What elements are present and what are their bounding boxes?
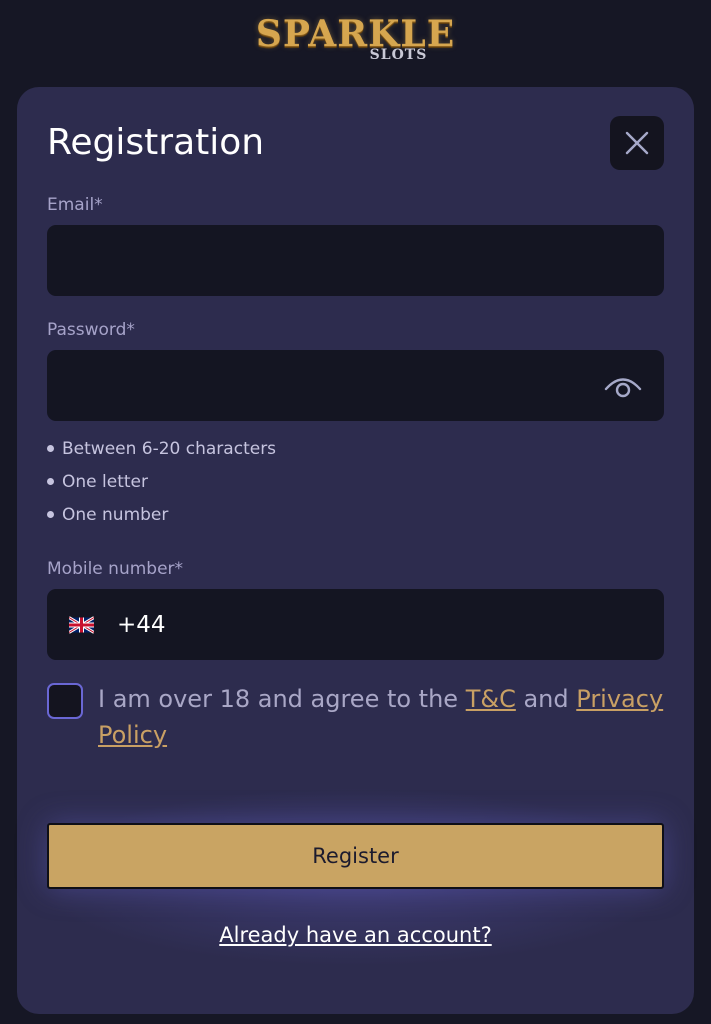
logo: SPARKLE SLOTS [0,14,711,74]
rule-text: Between 6-20 characters [62,438,277,459]
registration-card: Registration Email* Password* Between 6-… [17,87,694,1014]
mobile-field[interactable]: +44 [47,589,664,660]
mobile-label: Mobile number* [47,559,184,579]
login-link[interactable]: Already have an account? [17,923,694,947]
rule-text: One letter [62,471,148,492]
eye-icon[interactable] [603,372,643,402]
tc-link[interactable]: T&C [466,685,516,713]
email-label: Email* [47,195,103,215]
password-rule: One letter [47,465,276,498]
bullet-icon [47,478,54,485]
password-field[interactable] [47,350,664,421]
close-icon [625,131,649,155]
age-terms-checkbox[interactable] [47,683,83,719]
terms-text-middle: and [515,685,577,713]
uk-flag-icon[interactable] [69,615,94,634]
password-rules: Between 6-20 characters One letter One n… [47,432,276,531]
terms-text-before: I am over 18 and agree to the [98,685,466,713]
email-field[interactable] [47,225,664,296]
page-title: Registration [47,122,265,163]
password-label: Password* [47,320,135,340]
close-button[interactable] [610,116,664,170]
password-rule: Between 6-20 characters [47,432,276,465]
logo-subtext: SLOTS [369,47,428,63]
terms-text: I am over 18 and agree to the T&C and Pr… [98,681,668,753]
rule-text: One number [62,504,169,525]
register-button[interactable]: Register [47,823,664,889]
bullet-icon [47,445,54,452]
bullet-icon [47,511,54,518]
password-rule: One number [47,498,276,531]
country-code: +44 [117,611,166,638]
